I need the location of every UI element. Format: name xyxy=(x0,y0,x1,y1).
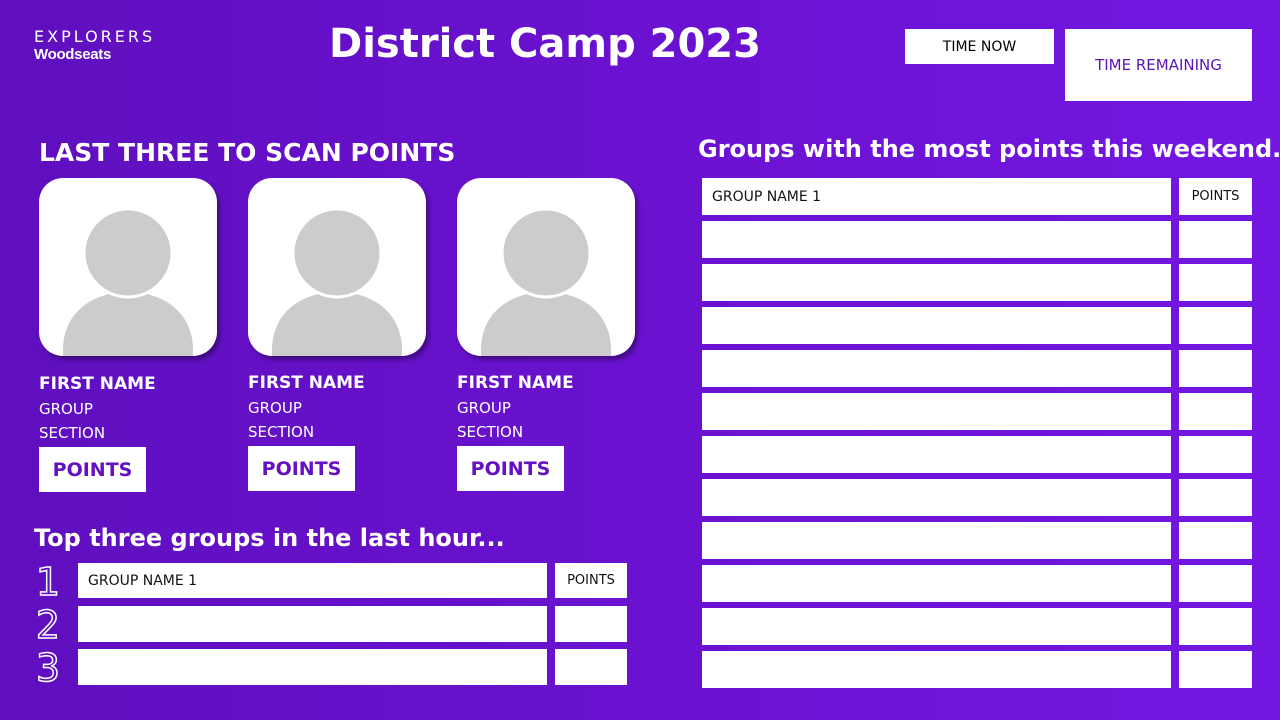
section-label: SECTION xyxy=(39,424,106,442)
first-name: FIRST NAME xyxy=(39,374,156,394)
points-cell xyxy=(1179,350,1252,387)
group-name-cell xyxy=(702,565,1171,602)
logo-title: EXPLORERS xyxy=(34,27,156,46)
points-cell xyxy=(1179,522,1252,559)
points-badge[interactable]: POINTS xyxy=(457,446,564,491)
avatar xyxy=(457,178,635,356)
weekend-heading: Groups with the most points this weekend… xyxy=(698,135,1280,163)
points-cell xyxy=(1179,436,1252,473)
section-label: SECTION xyxy=(248,423,315,441)
points-cell xyxy=(1179,221,1252,258)
avatar xyxy=(39,178,217,356)
rank-number: 1 xyxy=(35,560,61,604)
first-name: FIRST NAME xyxy=(248,373,365,393)
explorers-logo: EXPLORERS Woodseats xyxy=(34,27,155,63)
group-name-cell xyxy=(702,651,1171,688)
section-label: SECTION xyxy=(457,423,524,441)
rank-number: 2 xyxy=(35,603,61,647)
group-name-cell: GROUP NAME 1 xyxy=(78,563,547,598)
points-cell xyxy=(1179,479,1252,516)
points-badge[interactable]: POINTS xyxy=(248,446,355,491)
scan-card: FIRST NAME GROUP SECTION POINTS xyxy=(248,178,426,491)
avatar xyxy=(248,178,426,356)
group-name-cell xyxy=(702,479,1171,516)
group-name-cell xyxy=(702,350,1171,387)
points-cell xyxy=(1179,608,1252,645)
group-name-cell xyxy=(702,608,1171,645)
group-name-cell xyxy=(78,649,547,685)
top-hour-heading: Top three groups in the last hour... xyxy=(34,524,505,552)
group-name-cell xyxy=(702,522,1171,559)
rank-number: 3 xyxy=(35,646,61,690)
points-cell xyxy=(1179,565,1252,602)
group-name-cell xyxy=(78,606,547,642)
user-silhouette-icon xyxy=(481,207,611,356)
points-cell: POINTS xyxy=(1179,178,1252,215)
points-cell xyxy=(555,649,627,685)
user-silhouette-icon xyxy=(272,207,402,356)
group-name-cell xyxy=(702,221,1171,258)
page-title: District Camp 2023 xyxy=(329,21,761,67)
points-cell xyxy=(1179,393,1252,430)
points-cell xyxy=(1179,307,1252,344)
group-name-cell xyxy=(702,393,1171,430)
time-remaining-box: TIME REMAINING xyxy=(1065,29,1252,101)
points-cell xyxy=(1179,264,1252,301)
group-label: GROUP xyxy=(39,400,93,418)
first-name: FIRST NAME xyxy=(457,373,574,393)
time-now-box: TIME NOW xyxy=(905,29,1054,64)
group-name-cell xyxy=(702,307,1171,344)
group-name-cell xyxy=(702,264,1171,301)
group-name-cell xyxy=(702,436,1171,473)
logo-subtitle: Woodseats xyxy=(34,46,112,63)
scan-card: FIRST NAME GROUP SECTION POINTS xyxy=(39,178,217,492)
group-label: GROUP xyxy=(248,399,302,417)
points-cell: POINTS xyxy=(555,563,627,598)
last-three-heading: LAST THREE TO SCAN POINTS xyxy=(39,138,456,167)
scan-card: FIRST NAME GROUP SECTION POINTS xyxy=(457,178,635,491)
points-badge[interactable]: POINTS xyxy=(39,447,146,492)
points-cell xyxy=(555,606,627,642)
points-cell xyxy=(1179,651,1252,688)
user-silhouette-icon xyxy=(63,207,193,356)
group-name-cell: GROUP NAME 1 xyxy=(702,178,1171,215)
group-label: GROUP xyxy=(457,399,511,417)
